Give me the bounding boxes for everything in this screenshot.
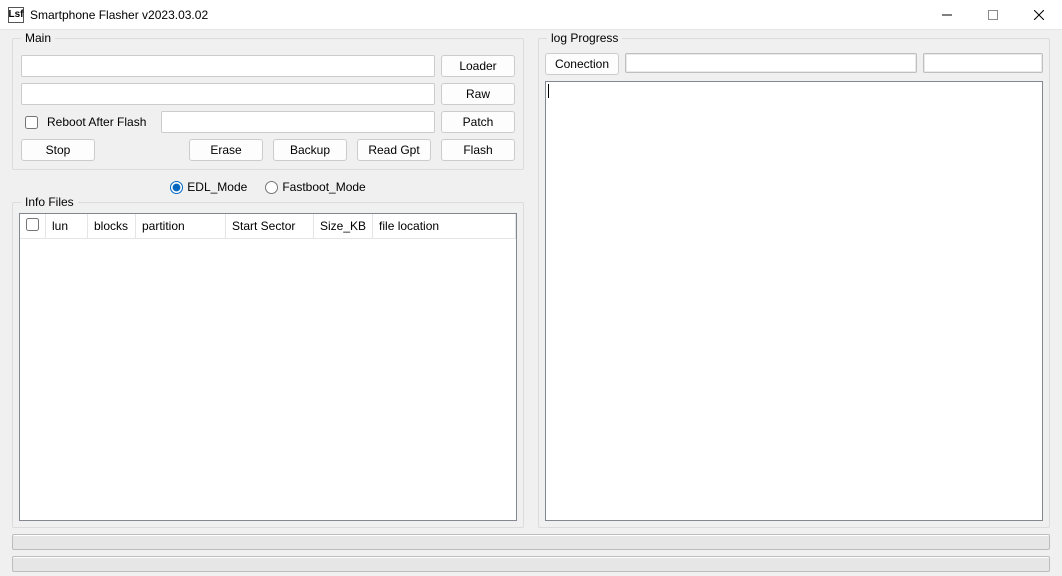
stop-button[interactable]: Stop — [21, 139, 95, 161]
groupbox-log-legend: log Progress — [547, 31, 622, 45]
column-file-location[interactable]: file location — [373, 214, 516, 239]
column-partition[interactable]: partition — [136, 214, 226, 239]
progress-main — [625, 53, 917, 73]
readgpt-button[interactable]: Read Gpt — [357, 139, 431, 161]
column-start-sector[interactable]: Start Sector — [226, 214, 314, 239]
raw-path-input[interactable] — [21, 83, 435, 105]
column-lun[interactable]: lun — [46, 214, 88, 239]
loader-path-input[interactable] — [21, 55, 435, 77]
groupbox-main-legend: Main — [21, 31, 55, 45]
patch-path-input[interactable] — [161, 111, 435, 133]
backup-button[interactable]: Backup — [273, 139, 347, 161]
loader-button[interactable]: Loader — [441, 55, 515, 77]
connection-button[interactable]: Conection — [545, 53, 619, 75]
info-table[interactable]: lun blocks partition Start Sector Size_K… — [19, 213, 517, 521]
bottom-progress-1 — [12, 534, 1050, 550]
window-minimize-button[interactable] — [924, 0, 970, 30]
edl-mode-radio-input[interactable] — [170, 181, 183, 194]
close-icon — [1034, 10, 1044, 20]
edl-mode-label: EDL_Mode — [187, 180, 247, 194]
table-header-row: lun blocks partition Start Sector Size_K… — [20, 214, 516, 239]
raw-button[interactable]: Raw — [441, 83, 515, 105]
minimize-icon — [942, 10, 952, 20]
progress-secondary — [923, 53, 1043, 73]
text-caret — [548, 84, 549, 98]
reboot-after-flash-checkbox[interactable]: Reboot After Flash — [21, 113, 155, 132]
mode-radiogroup: EDL_Mode Fastboot_Mode — [12, 170, 524, 202]
groupbox-info-legend: Info Files — [21, 195, 78, 209]
column-blocks[interactable]: blocks — [88, 214, 136, 239]
maximize-icon — [988, 10, 998, 20]
column-size-kb[interactable]: Size_KB — [314, 214, 373, 239]
app-icon: Lsf — [8, 7, 24, 23]
flash-button[interactable]: Flash — [441, 139, 515, 161]
groupbox-info-files: Info Files lun blocks partition Start Se… — [12, 202, 524, 528]
fastboot-mode-label: Fastboot_Mode — [282, 180, 365, 194]
window-titlebar: Lsf Smartphone Flasher v2023.03.02 — [0, 0, 1062, 30]
fastboot-mode-radio-input[interactable] — [265, 181, 278, 194]
window-close-button[interactable] — [1016, 0, 1062, 30]
fastboot-mode-radio[interactable]: Fastboot_Mode — [265, 180, 365, 194]
edl-mode-radio[interactable]: EDL_Mode — [170, 180, 247, 194]
window-title: Smartphone Flasher v2023.03.02 — [30, 8, 208, 22]
check-all-input[interactable] — [26, 218, 39, 231]
bottom-progress-2 — [12, 556, 1050, 572]
patch-button[interactable]: Patch — [441, 111, 515, 133]
groupbox-main: Main Loader Raw Reboot After Flash Patch — [12, 38, 524, 170]
erase-button[interactable]: Erase — [189, 139, 263, 161]
groupbox-log-progress: log Progress Conection — [538, 38, 1050, 528]
window-maximize-button[interactable] — [970, 0, 1016, 30]
log-textbox[interactable] — [545, 81, 1043, 521]
reboot-after-flash-check-input[interactable] — [25, 116, 38, 129]
column-check-all[interactable] — [20, 214, 46, 239]
reboot-after-flash-label: Reboot After Flash — [47, 115, 146, 129]
